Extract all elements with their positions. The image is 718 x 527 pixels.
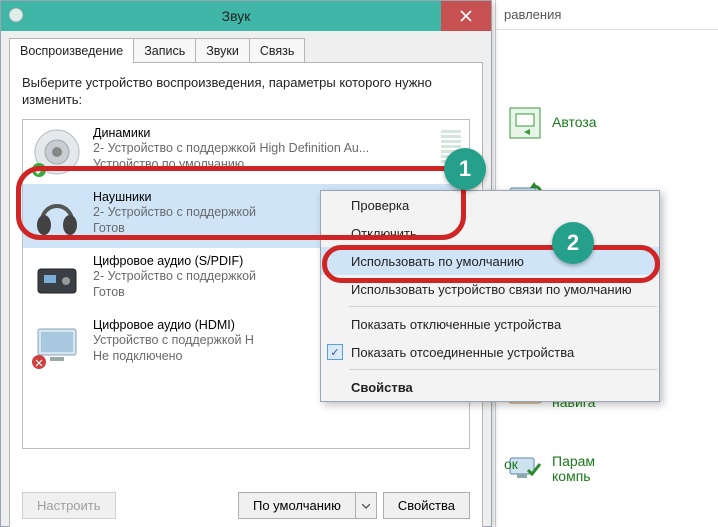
ctx-separator [349,369,657,370]
monitor-icon [31,318,83,370]
ctx-disable[interactable]: Отключить [321,219,659,247]
close-button[interactable] [441,1,491,31]
default-caret[interactable] [356,492,377,519]
titlebar[interactable]: Звук [1,1,491,31]
device-sub2: Устройство по умолчанию [93,157,427,173]
tab-sounds[interactable]: Звуки [195,38,250,63]
tab-strip: Воспроизведение Запись Звуки Связь [1,31,491,62]
bg-item-label: Парам компь [552,454,595,485]
device-name: Динамики [93,126,427,142]
bg-item-ok: ок [504,456,518,472]
tab-communications[interactable]: Связь [249,38,306,63]
configure-button[interactable]: Настроить [22,492,116,519]
device-text: Динамики 2- Устройство с поддержкой High… [93,126,427,173]
sound-window-icon [1,7,31,26]
check-icon: ✓ [327,344,343,360]
bg-title-fragment: равления [504,7,561,22]
program-icon [508,106,542,140]
bg-item-params[interactable]: Парам компь [498,446,708,492]
speaker-icon [31,126,83,178]
ctx-set-comm-default[interactable]: Использовать устройство связи по умолчан… [321,275,659,303]
annotation-badge-2: 2 [552,222,594,264]
annotation-badge-1: 1 [444,148,486,190]
bg-item-autorun[interactable]: Автоза [498,100,708,146]
headphones-icon [31,190,83,242]
ctx-show-disabled[interactable]: Показать отключенные устройства [321,310,659,338]
tab-playback[interactable]: Воспроизведение [9,38,134,63]
ctx-show-disconnected[interactable]: ✓ Показать отсоединенные устройства [321,338,659,366]
close-icon [460,10,472,22]
window-title: Звук [31,8,441,24]
ctx-properties[interactable]: Свойства [321,373,659,401]
default-split-button[interactable]: По умолчанию [238,492,377,519]
bg-titlebar: равления [496,0,718,30]
default-button[interactable]: По умолчанию [238,492,356,519]
ctx-separator [349,306,657,307]
bottom-buttons: Настроить По умолчанию Свойства [22,492,470,519]
ctx-label: Показать отсоединенные устройства [351,345,574,360]
device-speakers[interactable]: Динамики 2- Устройство с поддержкой High… [23,120,469,184]
ctx-set-default[interactable]: Использовать по умолчанию [321,247,659,275]
optical-icon [31,254,83,306]
instruction-text: Выберите устройство воспроизведения, пар… [22,75,470,109]
device-sub1: 2- Устройство с поддержкой High Definiti… [93,141,427,157]
bg-item-label: Автоза [552,115,597,130]
chevron-down-icon [362,502,370,510]
properties-button[interactable]: Свойства [383,492,470,519]
tab-recording[interactable]: Запись [133,38,196,63]
ctx-test[interactable]: Проверка [321,191,659,219]
context-menu: Проверка Отключить Использовать по умолч… [320,190,660,402]
desktop-root: равления indows Автоза Восста Панел нави… [0,0,718,527]
